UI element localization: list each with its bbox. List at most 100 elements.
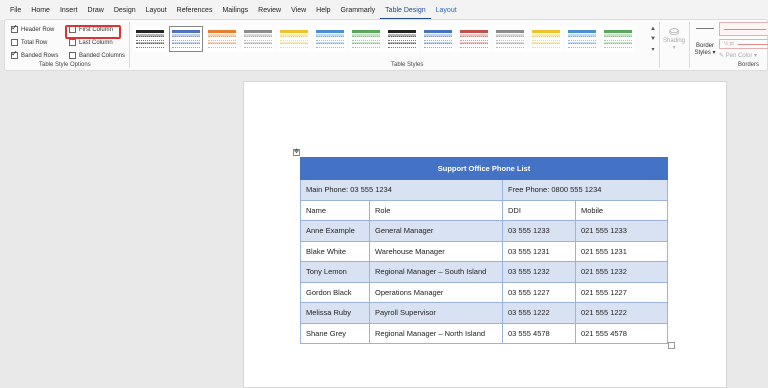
table-cell[interactable]: 021 555 1233 xyxy=(575,220,668,242)
table-move-handle[interactable]: ✥ xyxy=(293,149,300,156)
main-phone-cell[interactable]: Main Phone: 03 555 1234 xyxy=(300,179,503,201)
table-cell[interactable]: Melissa Ruby xyxy=(300,302,370,324)
free-phone-cell[interactable]: Free Phone: 0800 555 1234 xyxy=(502,179,668,201)
shading-button[interactable]: ⛀ Shading ▾ xyxy=(661,24,687,64)
tab-layout[interactable]: Layout xyxy=(431,0,462,20)
table-cell[interactable]: 021 555 1227 xyxy=(575,281,668,303)
table-cell[interactable]: Shane Grey xyxy=(300,322,370,344)
table-cell[interactable]: Warehouse Manager xyxy=(369,240,503,262)
tab-mailings[interactable]: Mailings xyxy=(217,0,253,20)
tab-insert[interactable]: Insert xyxy=(55,0,83,20)
swatch-row xyxy=(460,45,488,49)
header-row-checkbox[interactable] xyxy=(11,23,18,33)
swatch-row xyxy=(208,41,236,45)
table-cell[interactable]: 03 555 4578 xyxy=(502,322,576,344)
phone-list-table[interactable]: Support Office Phone List Main Phone: 03… xyxy=(300,157,668,344)
pen-icon: ✎ xyxy=(719,53,726,59)
table-cell[interactable]: 03 555 1232 xyxy=(502,261,576,283)
table-style-swatch[interactable] xyxy=(205,26,239,52)
swatch-row xyxy=(352,30,380,34)
swatch-row xyxy=(244,30,272,34)
header-cell-mobile[interactable]: Mobile xyxy=(575,199,668,221)
swatch-row xyxy=(496,38,524,41)
table-cell[interactable]: 021 555 1222 xyxy=(575,302,668,324)
tab-table-design[interactable]: Table Design xyxy=(380,0,431,20)
swatch-row xyxy=(604,30,632,34)
header-cell-name[interactable]: Name xyxy=(300,199,370,221)
gallery-scroll[interactable]: ▲ ▼ ▾ xyxy=(648,26,658,60)
border-line-icon xyxy=(696,28,714,29)
table-style-swatch[interactable] xyxy=(133,26,167,52)
border-styles-button[interactable]: Border Styles ▾ xyxy=(693,28,717,56)
table-cell[interactable]: General Manager xyxy=(369,220,503,242)
swatch-row xyxy=(280,45,308,49)
swatch-row xyxy=(316,45,344,49)
tab-view[interactable]: View xyxy=(286,0,311,20)
chevron-up-icon[interactable]: ▲ xyxy=(650,26,656,32)
table-cell[interactable]: 03 555 1227 xyxy=(502,281,576,303)
table-style-swatch[interactable] xyxy=(493,26,527,52)
table-title[interactable]: Support Office Phone List xyxy=(300,157,668,180)
tab-file[interactable]: File xyxy=(5,0,26,20)
tab-references[interactable]: References xyxy=(172,0,218,20)
table-cell[interactable]: 03 555 1222 xyxy=(502,302,576,324)
swatch-row xyxy=(244,45,272,49)
table-cell[interactable]: Blake White xyxy=(300,240,370,262)
more-styles-icon[interactable]: ▾ xyxy=(651,46,654,53)
table-resize-handle[interactable] xyxy=(668,342,675,349)
last-column-option[interactable]: Last Column xyxy=(69,39,113,46)
table-cell[interactable]: Regional Manager – South Island xyxy=(369,261,503,283)
table-style-swatch[interactable] xyxy=(241,26,275,52)
banded-columns-checkbox[interactable] xyxy=(69,52,76,59)
last-column-checkbox[interactable] xyxy=(69,39,76,46)
header-cell-ddi[interactable]: DDI xyxy=(502,199,576,221)
table-cell[interactable]: 021 555 1231 xyxy=(575,240,668,262)
table-cell[interactable]: Tony Lemon xyxy=(300,261,370,283)
header-row-option[interactable]: Header Row xyxy=(11,23,54,33)
table-cell[interactable]: 021 555 4578 xyxy=(575,322,668,344)
table-style-swatch[interactable] xyxy=(277,26,311,52)
tab-home[interactable]: Home xyxy=(26,0,55,20)
table-cell[interactable]: 03 555 1231 xyxy=(502,240,576,262)
banded-columns-option[interactable]: Banded Columns xyxy=(69,52,125,59)
table-cell[interactable]: Anne Example xyxy=(300,220,370,242)
tab-grammarly[interactable]: Grammarly xyxy=(336,0,381,20)
tab-design[interactable]: Design xyxy=(109,0,141,20)
table-cell[interactable]: Gordon Black xyxy=(300,281,370,303)
header-cell-role[interactable]: Role xyxy=(369,199,503,221)
border-styles-label-2: Styles ▾ xyxy=(694,50,716,56)
table-style-swatch[interactable] xyxy=(565,26,599,52)
table-cell[interactable]: 021 555 1232 xyxy=(575,261,668,283)
tab-help[interactable]: Help xyxy=(311,0,335,20)
table-cell[interactable]: Payroll Supervisor xyxy=(369,302,503,324)
tab-layout[interactable]: Layout xyxy=(141,0,172,20)
table-cell[interactable]: 03 555 1233 xyxy=(502,220,576,242)
table-style-swatch[interactable] xyxy=(421,26,455,52)
tab-review[interactable]: Review xyxy=(253,0,286,20)
total-row-checkbox[interactable] xyxy=(11,39,18,46)
table-style-swatch[interactable] xyxy=(313,26,347,52)
total-row-option[interactable]: Total Row xyxy=(11,39,47,46)
table-style-swatch[interactable] xyxy=(169,26,203,52)
banded-rows-checkbox[interactable] xyxy=(11,49,18,59)
table-style-swatch[interactable] xyxy=(457,26,491,52)
table-style-swatch[interactable] xyxy=(529,26,563,52)
table-cell[interactable]: Operations Manager xyxy=(369,281,503,303)
swatch-row xyxy=(316,41,344,45)
chevron-down-icon[interactable]: ▼ xyxy=(650,36,656,42)
table-style-swatch[interactable] xyxy=(385,26,419,52)
pen-weight-selector[interactable]: ½ pt xyxy=(719,39,768,49)
pen-style-selector[interactable] xyxy=(719,22,768,36)
swatch-row xyxy=(208,34,236,37)
table-row: Blake White Warehouse Manager 03 555 1231 0… xyxy=(300,240,668,262)
table-style-swatch[interactable] xyxy=(601,26,635,52)
swatch-row xyxy=(388,34,416,37)
pen-color-button[interactable]: ✎ Pen Color ▾ xyxy=(719,52,768,59)
swatch-row xyxy=(496,45,524,49)
swatch-row xyxy=(424,38,452,41)
banded-rows-option[interactable]: Banded Rows xyxy=(11,49,58,59)
table-cell[interactable]: Regional Manager – North Island xyxy=(369,322,503,344)
table-title-row: Support Office Phone List xyxy=(300,157,668,180)
table-style-swatch[interactable] xyxy=(349,26,383,52)
tab-draw[interactable]: Draw xyxy=(82,0,108,20)
